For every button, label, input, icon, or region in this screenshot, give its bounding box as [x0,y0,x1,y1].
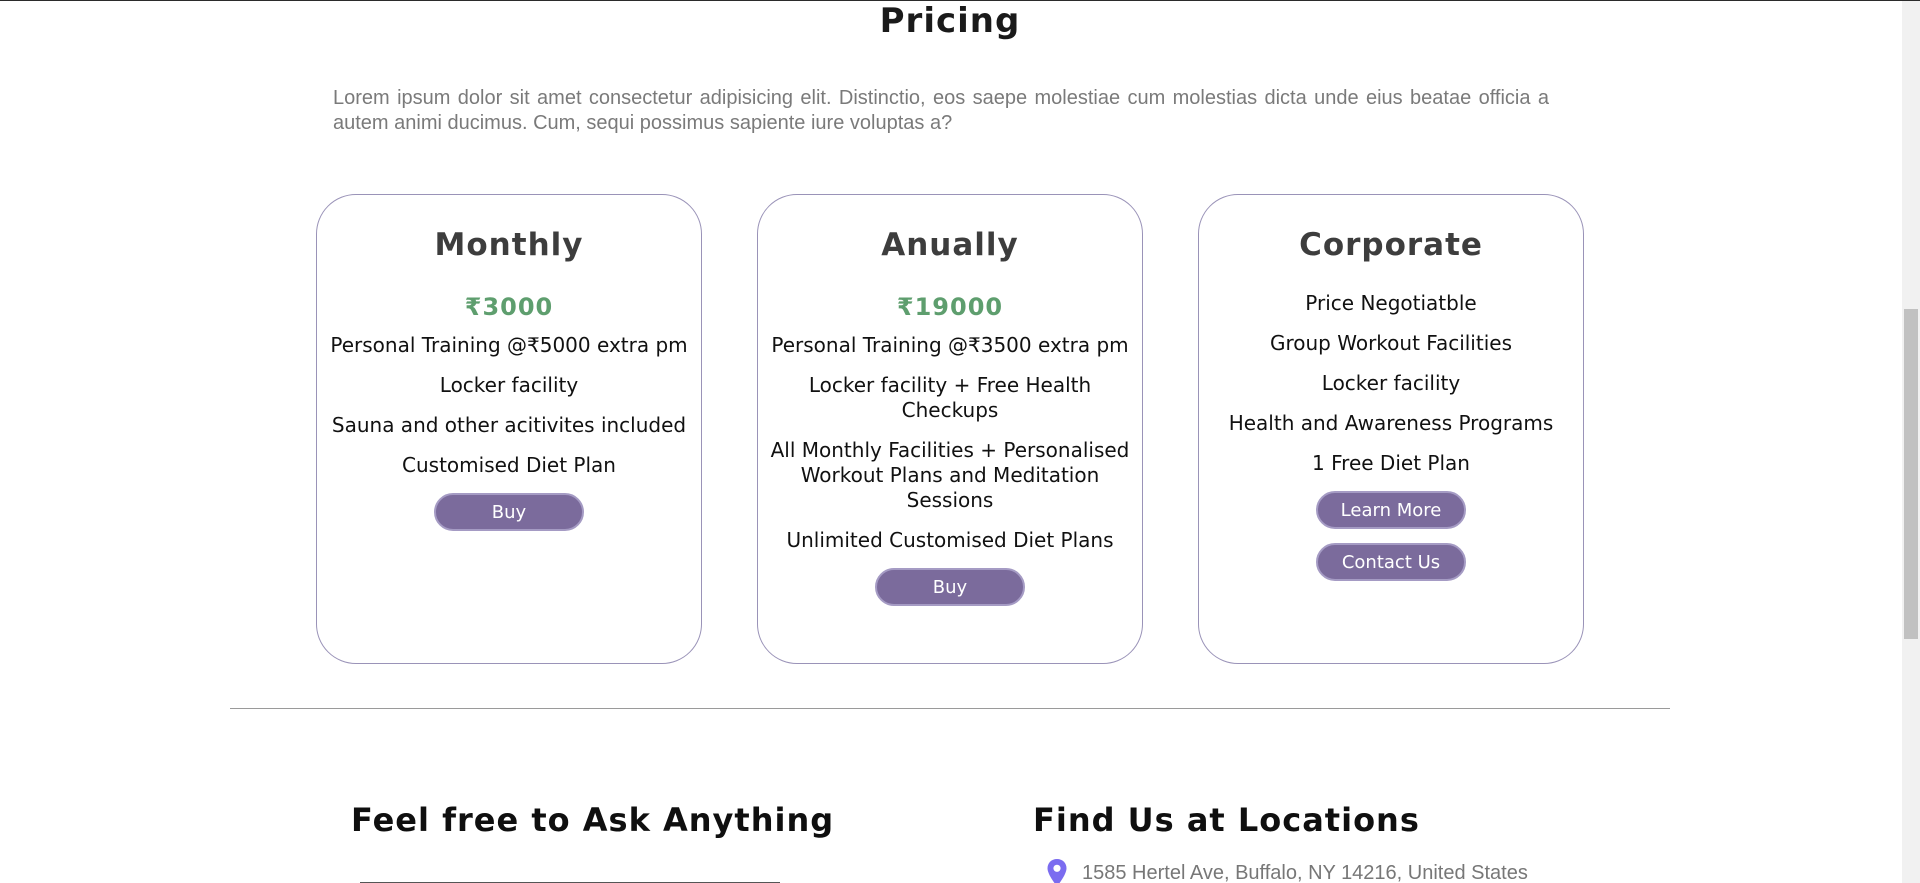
feature-list: Price Negotiatble Group Workout Faciliti… [1207,291,1575,476]
plan-card-monthly: Monthly ₹3000 Personal Training @₹5000 e… [316,194,702,664]
plan-price: ₹3000 [464,293,554,321]
feature-item: Price Negotiatble [1305,291,1477,315]
feature-item: 1 Free Diet Plan [1312,451,1470,475]
ask-title: Feel free to Ask Anything [351,801,835,839]
learn-more-button[interactable]: Learn More [1316,491,1466,529]
buy-button-annually[interactable]: Buy [875,568,1025,606]
plan-price: ₹19000 [896,293,1004,321]
pricing-intro: Lorem ipsum dolor sit amet consectetur a… [333,87,1549,134]
feature-item: Locker facility + Free Health Checkups [808,373,1092,422]
pricing-title: Pricing [879,1,1021,41]
plan-name: Monthly [434,227,584,263]
section-divider [230,708,1670,709]
page: Pricing Lorem ipsum dolor sit amet conse… [0,0,1920,883]
scrollbar-thumb[interactable] [1904,309,1918,639]
feature-item: Unlimited Customised Diet Plans [786,528,1114,552]
locations-title: Find Us at Locations [1033,801,1420,839]
feature-item: All Monthly Facilities + Personalised Wo… [770,438,1130,512]
feature-item: Sauna and other acitivites included [331,413,687,437]
feature-list: Personal Training @₹3500 extra pm Locker… [766,333,1134,553]
buy-button-monthly[interactable]: Buy [434,493,584,531]
plan-card-annually: Anually ₹19000 Personal Training @₹3500 … [757,194,1143,664]
plan-name: Anually [881,227,1019,263]
contact-us-button[interactable]: Contact Us [1316,543,1466,581]
map-pin-icon [1047,859,1067,883]
feature-item: Locker facility [439,373,579,397]
scrollbar[interactable] [1902,1,1920,883]
plan-card-corporate: Corporate Price Negotiatble Group Workou… [1198,194,1584,664]
location-address: 1585 Hertel Ave, Buffalo, NY 14216, Unit… [1082,861,1528,883]
plan-name: Corporate [1299,227,1483,263]
feature-list: Personal Training @₹5000 extra pm Locker… [325,333,693,478]
feature-item: Locker facility [1321,371,1461,395]
feature-item: Health and Awareness Programs [1228,411,1554,435]
location-item: 1585 Hertel Ave, Buffalo, NY 14216, Unit… [1044,858,1528,883]
feature-item: Personal Training @₹5000 extra pm [330,333,688,357]
feature-item: Customised Diet Plan [402,453,616,477]
feature-item: Group Workout Facilities [1269,331,1512,355]
feature-item: Personal Training @₹3500 extra pm [771,333,1129,357]
